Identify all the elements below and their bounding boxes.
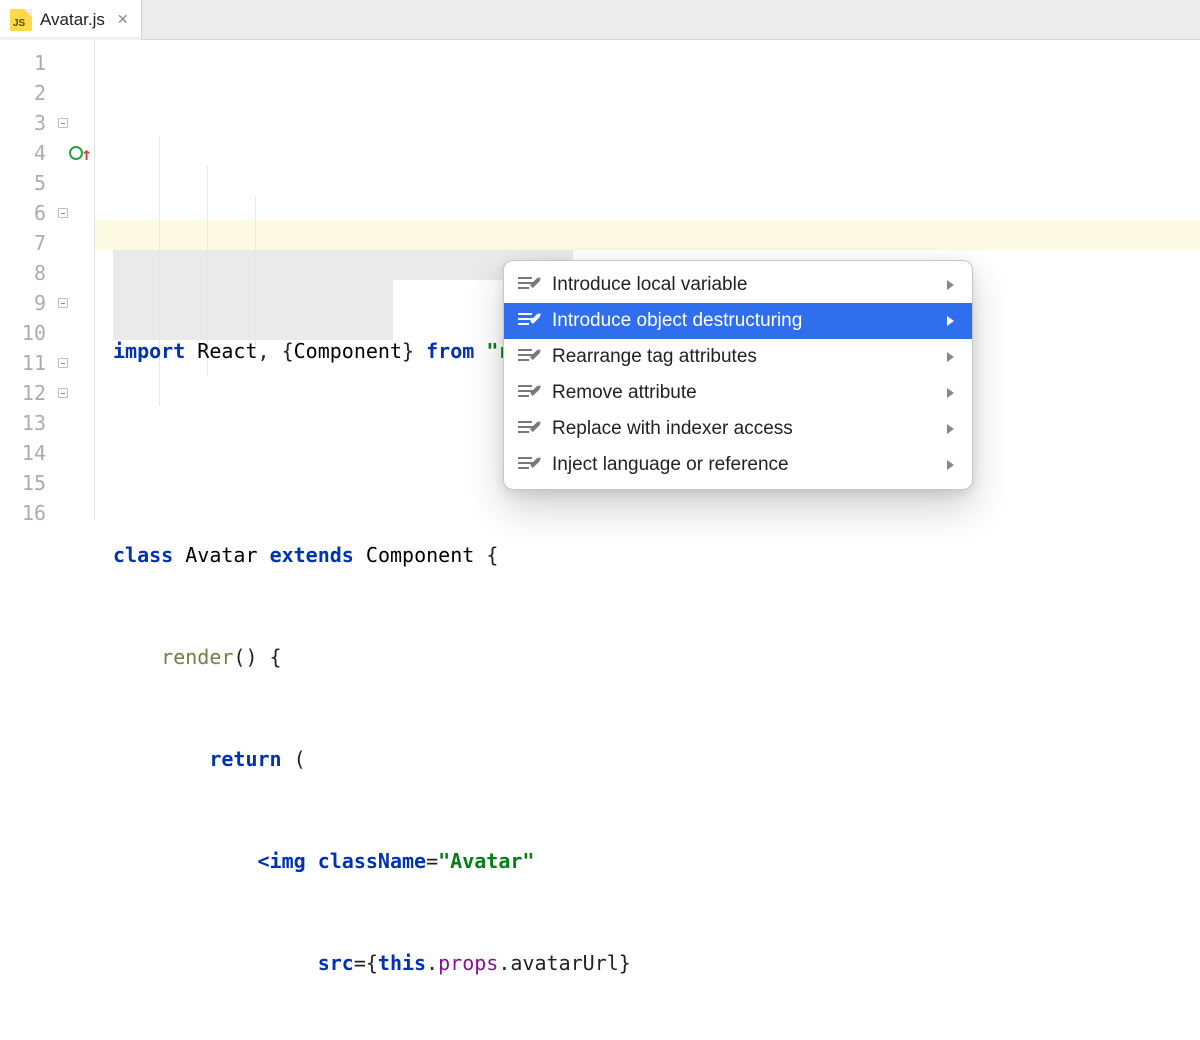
line-number: 9 xyxy=(0,288,94,318)
menu-item-replace-with-indexer-access[interactable]: Replace with indexer access xyxy=(504,411,972,447)
line-number: 4 ↑ xyxy=(0,138,94,168)
line-number: 11 xyxy=(0,348,94,378)
override-gutter-icon[interactable]: ↑ xyxy=(69,141,92,165)
menu-item-remove-attribute[interactable]: Remove attribute xyxy=(504,375,972,411)
close-icon[interactable]: ✕ xyxy=(113,11,129,28)
line-number: 15 xyxy=(0,468,94,498)
context-menu: Introduce local variable Introduce objec… xyxy=(503,260,973,490)
tab-filename: Avatar.js xyxy=(40,10,105,30)
menu-item-inject-language-or-reference[interactable]: Inject language or reference xyxy=(504,447,972,483)
line-number: 10 xyxy=(0,318,94,348)
menu-item-rearrange-tag-attributes[interactable]: Rearrange tag attributes xyxy=(504,339,972,375)
line-number: 7 xyxy=(0,228,94,258)
menu-item-label: Inject language or reference xyxy=(552,454,789,476)
gutter: 1 2 3 4 ↑ 5 6 7 8 9 10 11 12 13 14 15 16 xyxy=(0,40,95,520)
fold-icon[interactable] xyxy=(32,144,50,162)
fold-icon[interactable] xyxy=(54,204,72,222)
menu-item-introduce-local-variable[interactable]: Introduce local variable xyxy=(504,267,972,303)
intention-icon xyxy=(518,421,538,437)
js-file-icon: JS xyxy=(10,9,32,31)
menu-item-label: Introduce object destructuring xyxy=(552,310,802,332)
code-line: <img className="Avatar" xyxy=(95,846,1200,876)
line-number: 5 xyxy=(0,168,94,198)
chevron-right-icon xyxy=(947,460,954,470)
code-line: return ( xyxy=(95,744,1200,774)
code-line: render() { xyxy=(95,642,1200,672)
chevron-right-icon xyxy=(947,424,954,434)
intention-icon xyxy=(518,313,538,329)
chevron-right-icon xyxy=(947,316,954,326)
fold-icon[interactable] xyxy=(54,354,72,372)
menu-item-label: Introduce local variable xyxy=(552,274,747,296)
line-number: 1 xyxy=(0,48,94,78)
chevron-right-icon xyxy=(947,352,954,362)
line-number: 12 xyxy=(0,378,94,408)
intention-icon xyxy=(518,457,538,473)
line-number: 3 xyxy=(0,108,94,138)
fold-icon[interactable] xyxy=(54,114,72,132)
line-number: 8 xyxy=(0,258,94,288)
line-number: 6 xyxy=(0,198,94,228)
tab-avatar-js[interactable]: JS Avatar.js ✕ xyxy=(0,0,142,39)
line-number: 14 xyxy=(0,438,94,468)
intention-icon xyxy=(518,277,538,293)
intention-icon xyxy=(518,385,538,401)
menu-item-label: Rearrange tag attributes xyxy=(552,346,757,368)
code-line: class Avatar extends Component { xyxy=(95,540,1200,570)
selection-bg xyxy=(113,250,393,340)
chevron-right-icon xyxy=(947,388,954,398)
menu-item-label: Replace with indexer access xyxy=(552,418,793,440)
code-line: src={this.props.avatarUrl} xyxy=(95,948,1200,978)
fold-icon[interactable] xyxy=(54,384,72,402)
chevron-right-icon xyxy=(947,280,954,290)
line-number: 13 xyxy=(0,408,94,438)
current-line-highlight xyxy=(95,220,1200,250)
line-number: 2 xyxy=(0,78,94,108)
menu-item-introduce-object-destructuring[interactable]: Introduce object destructuring xyxy=(504,303,972,339)
intention-icon xyxy=(518,349,538,365)
line-number: 16 xyxy=(0,498,94,528)
menu-item-label: Remove attribute xyxy=(552,382,697,404)
tab-bar: JS Avatar.js ✕ xyxy=(0,0,1200,40)
fold-icon[interactable] xyxy=(54,294,72,312)
